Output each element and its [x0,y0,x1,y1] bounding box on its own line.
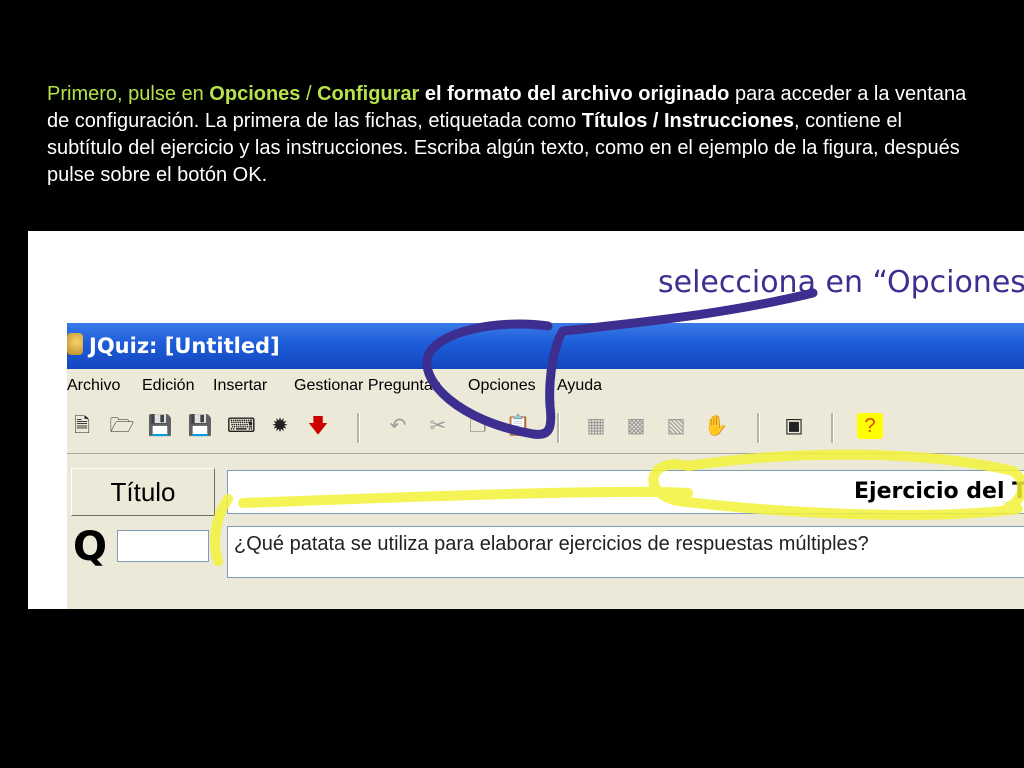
menu-opciones[interactable]: Opciones [468,377,536,395]
hand-icon[interactable]: ✋ [703,413,729,439]
question-input[interactable]: ¿Qué patata se utiliza para elaborar eje… [227,526,1024,578]
image-icon[interactable]: ▦ [583,413,609,439]
menu-bar: Archivo Edición Insertar Gestionar Pregu… [67,373,1024,399]
titulo-value: Ejercicio del Tutorial [854,479,1024,504]
folder-image-icon[interactable]: ▩ [623,413,649,439]
annotation-text: selecciona en “Opciones [658,265,1024,300]
link-icon[interactable]: ▧ [663,413,689,439]
instructions-paragraph: Primero, pulse en Opciones / Configurar … [47,81,977,189]
help-icon[interactable]: ? [857,413,883,439]
titulo-button[interactable]: Título [71,468,215,516]
options-panel: Título Ejercicio del Tutorial Q 1 ¿Qué p… [67,453,1024,609]
toolbar-separator [757,413,760,443]
menu-archivo[interactable]: Archivo [67,377,120,395]
format-highlight: el formato del archivo originado [419,83,730,105]
menu-gestionar-preguntas[interactable]: Gestionar Preguntas [294,377,441,395]
down-arrow-icon[interactable]: 🡇 [305,413,331,439]
paste-icon[interactable]: 📋 [505,413,531,439]
menu-ayuda[interactable]: Ayuda [557,377,602,395]
eraser-icon[interactable]: ⌨ [227,413,256,439]
title-bar[interactable]: JQuiz: [Untitled] [67,323,1024,369]
toolbar-separator [831,413,834,443]
open-folder-icon[interactable]: 🗁 [109,413,135,439]
question-spinner[interactable] [117,530,209,562]
titulo-input[interactable]: Ejercicio del Tutorial [227,470,1024,514]
web-icon[interactable]: ✹ [267,413,293,439]
save-as-icon[interactable]: 💾 [187,413,213,439]
copy-icon[interactable]: ❐ [465,413,491,439]
menu-edicion[interactable]: Edición [142,377,194,395]
question-text: ¿Qué patata se utiliza para elaborar eje… [234,533,869,555]
new-file-icon[interactable]: 🗎 [69,413,95,439]
configurar-highlight: Configurar [317,83,420,105]
menu-insertar[interactable]: Insertar [213,377,267,395]
undo-icon[interactable]: ↶ [385,413,411,439]
instructions-text-1: Primero, pulse en [47,83,210,105]
cut-icon[interactable]: ✂ [425,413,451,439]
embedded-screenshot: selecciona en “Opciones JQuiz: [Untitled… [28,231,1024,609]
app-icon [67,333,83,355]
save-icon[interactable]: 💾 [147,413,173,439]
jquiz-window: JQuiz: [Untitled] Archivo Edición Insert… [67,323,1024,609]
toolbar: 🗎 🗁 💾 💾 ⌨ ✹ 🡇 ↶ ✂ ❐ 📋 ▦ ▩ ▧ ✋ ▣ ? [67,407,1024,449]
config-icon[interactable]: ▣ [781,413,807,439]
slash-text: / [300,83,318,105]
window-title: JQuiz: [Untitled] [89,334,280,358]
opciones-highlight: Opciones [209,83,301,105]
toolbar-separator [557,413,560,443]
toolbar-separator [357,413,360,443]
titulos-highlight: Títulos / Instrucciones [581,110,795,132]
